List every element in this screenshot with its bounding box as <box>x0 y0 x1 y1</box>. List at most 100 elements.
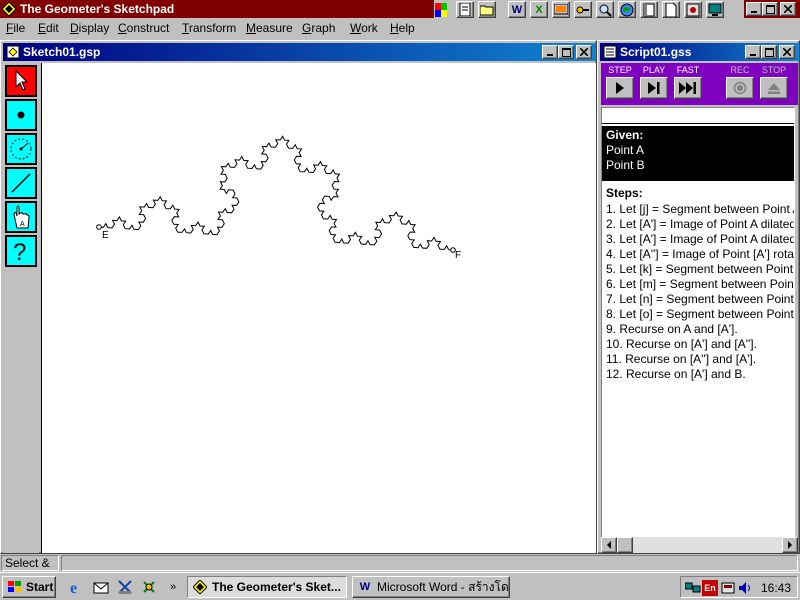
selection-arrow-tool[interactable] <box>5 65 37 97</box>
minimize-icon[interactable] <box>745 45 761 59</box>
globe-icon[interactable] <box>618 1 636 18</box>
step-item: 4. Let [A''] = Image of Point [A'] rotat… <box>606 247 795 261</box>
outlook-express-icon[interactable] <box>92 578 110 596</box>
menu-measure[interactable]: Measure <box>246 21 293 35</box>
search-icon[interactable] <box>596 1 614 18</box>
scroll-left-icon[interactable] <box>601 537 617 553</box>
koch-curve-drawing <box>96 135 456 253</box>
shortcut-icon[interactable] <box>684 1 702 18</box>
menu-bar: File Edit Display Construct Transform Me… <box>0 18 800 38</box>
straightedge-tool[interactable] <box>5 167 37 199</box>
network-icon[interactable] <box>685 580 701 596</box>
play-control[interactable]: PLAY <box>639 65 669 101</box>
menu-graph[interactable]: Graph <box>302 21 335 35</box>
status-text: Select & <box>1 555 59 571</box>
document-icon[interactable] <box>662 1 680 18</box>
stop-control: STOP <box>759 65 789 101</box>
show-desktop-icon[interactable] <box>116 578 134 596</box>
taskbar: Start e » The Geometer's Sket... W Micro… <box>0 572 800 600</box>
step-item: 9. Recurse on A and [A']. <box>606 322 738 336</box>
tray-app-icon[interactable] <box>720 580 736 596</box>
excel-icon[interactable]: X <box>530 1 548 18</box>
point-tool[interactable] <box>5 99 37 131</box>
language-indicator[interactable]: En <box>702 580 718 596</box>
koch-curve <box>98 135 454 251</box>
app-title-bar: The Geometer's Sketchpad W X <box>0 0 800 18</box>
quicklaunch-more-icon[interactable]: » <box>164 578 182 596</box>
powerpoint-icon[interactable] <box>552 1 570 18</box>
close-icon[interactable] <box>780 2 796 16</box>
step-control[interactable]: STEP <box>605 65 635 101</box>
point-e[interactable] <box>96 224 102 230</box>
compass-icon <box>10 138 32 160</box>
taskbar-label: Microsoft Word - สร้างโดย... <box>377 579 509 594</box>
rec-control: REC <box>725 65 755 101</box>
sketch-document-icon <box>6 45 20 59</box>
text-tool[interactable]: A <box>5 201 37 233</box>
point-icon <box>17 111 25 119</box>
scroll-thumb[interactable] <box>617 537 633 553</box>
scroll-right-icon[interactable] <box>782 537 798 553</box>
script-horizontal-scrollbar[interactable] <box>601 537 798 553</box>
word-icon[interactable]: W <box>508 1 526 18</box>
text-hand-icon: A <box>13 205 30 229</box>
fast-icon[interactable] <box>674 77 702 99</box>
color-squares-icon[interactable] <box>434 1 448 18</box>
office-toolbar: W X <box>434 0 744 18</box>
svg-text:A: A <box>20 221 25 228</box>
compass-tool[interactable] <box>5 133 37 165</box>
fast-label: FAST <box>676 65 700 75</box>
status-bar: Select & <box>0 554 800 572</box>
sketch-title: Sketch01.gsp <box>23 45 101 59</box>
given-item[interactable]: Point A <box>606 143 792 158</box>
menu-help[interactable]: Help <box>390 21 415 35</box>
menu-display[interactable]: Display <box>70 21 109 35</box>
fast-control[interactable]: FAST <box>673 65 703 101</box>
script-comment-area[interactable] <box>602 108 794 124</box>
sketchpad-task-icon <box>192 579 208 595</box>
maximize-icon[interactable] <box>761 45 777 59</box>
taskbar-button-word[interactable]: W Microsoft Word - สร้างโดย... <box>352 576 510 598</box>
stop-icon <box>760 77 788 99</box>
key-icon[interactable] <box>574 1 592 18</box>
taskbar-label: The Geometer's Sket... <box>212 580 341 594</box>
object-info-tool[interactable]: ? <box>5 235 37 267</box>
new-document-icon[interactable] <box>456 1 474 18</box>
script-title-bar[interactable]: Script01.gss <box>600 43 799 61</box>
minimize-icon[interactable] <box>542 45 558 59</box>
open-folder-icon[interactable] <box>478 1 496 18</box>
maximize-icon[interactable] <box>762 2 778 16</box>
maximize-icon[interactable] <box>558 45 574 59</box>
step-item: 2. Let [A'] = Image of Point A dilated <box>606 217 795 231</box>
app-title: The Geometer's Sketchpad <box>20 2 175 16</box>
menu-edit[interactable]: Edit <box>38 21 59 35</box>
monitor-icon[interactable] <box>706 1 724 18</box>
taskbar-button-sketchpad[interactable]: The Geometer's Sket... <box>187 576 347 598</box>
script-document-icon <box>603 45 617 59</box>
sketch-canvas[interactable]: E F <box>41 63 596 553</box>
minimize-icon[interactable] <box>746 2 762 16</box>
step-icon[interactable] <box>606 77 634 99</box>
given-item[interactable]: Point B <box>606 158 792 173</box>
step-item: 11. Recurse on [A''] and [A']. <box>606 352 757 366</box>
menu-file[interactable]: File <box>6 21 25 35</box>
stop-label: STOP <box>761 65 787 75</box>
menu-work[interactable]: Work <box>350 21 378 35</box>
start-button[interactable]: Start <box>2 576 56 598</box>
menu-construct[interactable]: Construct <box>118 21 169 35</box>
object-info-icon: ? <box>13 239 26 264</box>
point-label-e: E <box>102 230 109 241</box>
sketch-title-bar[interactable]: Sketch01.gsp <box>3 43 596 61</box>
play-icon[interactable] <box>640 77 668 99</box>
binder-icon[interactable] <box>640 1 658 18</box>
menu-transform[interactable]: Transform <box>182 21 236 35</box>
given-section: Given: Point A Point B <box>602 126 794 181</box>
step-label: STEP <box>608 65 632 75</box>
close-icon[interactable] <box>779 45 795 59</box>
volume-icon[interactable] <box>737 580 753 596</box>
close-icon[interactable] <box>576 45 592 59</box>
script-control-panel: STEP PLAY FAST REC STOP <box>601 63 798 105</box>
internet-explorer-icon[interactable]: e <box>68 578 86 596</box>
app-window-controls <box>746 2 798 16</box>
channels-icon[interactable] <box>140 578 158 596</box>
